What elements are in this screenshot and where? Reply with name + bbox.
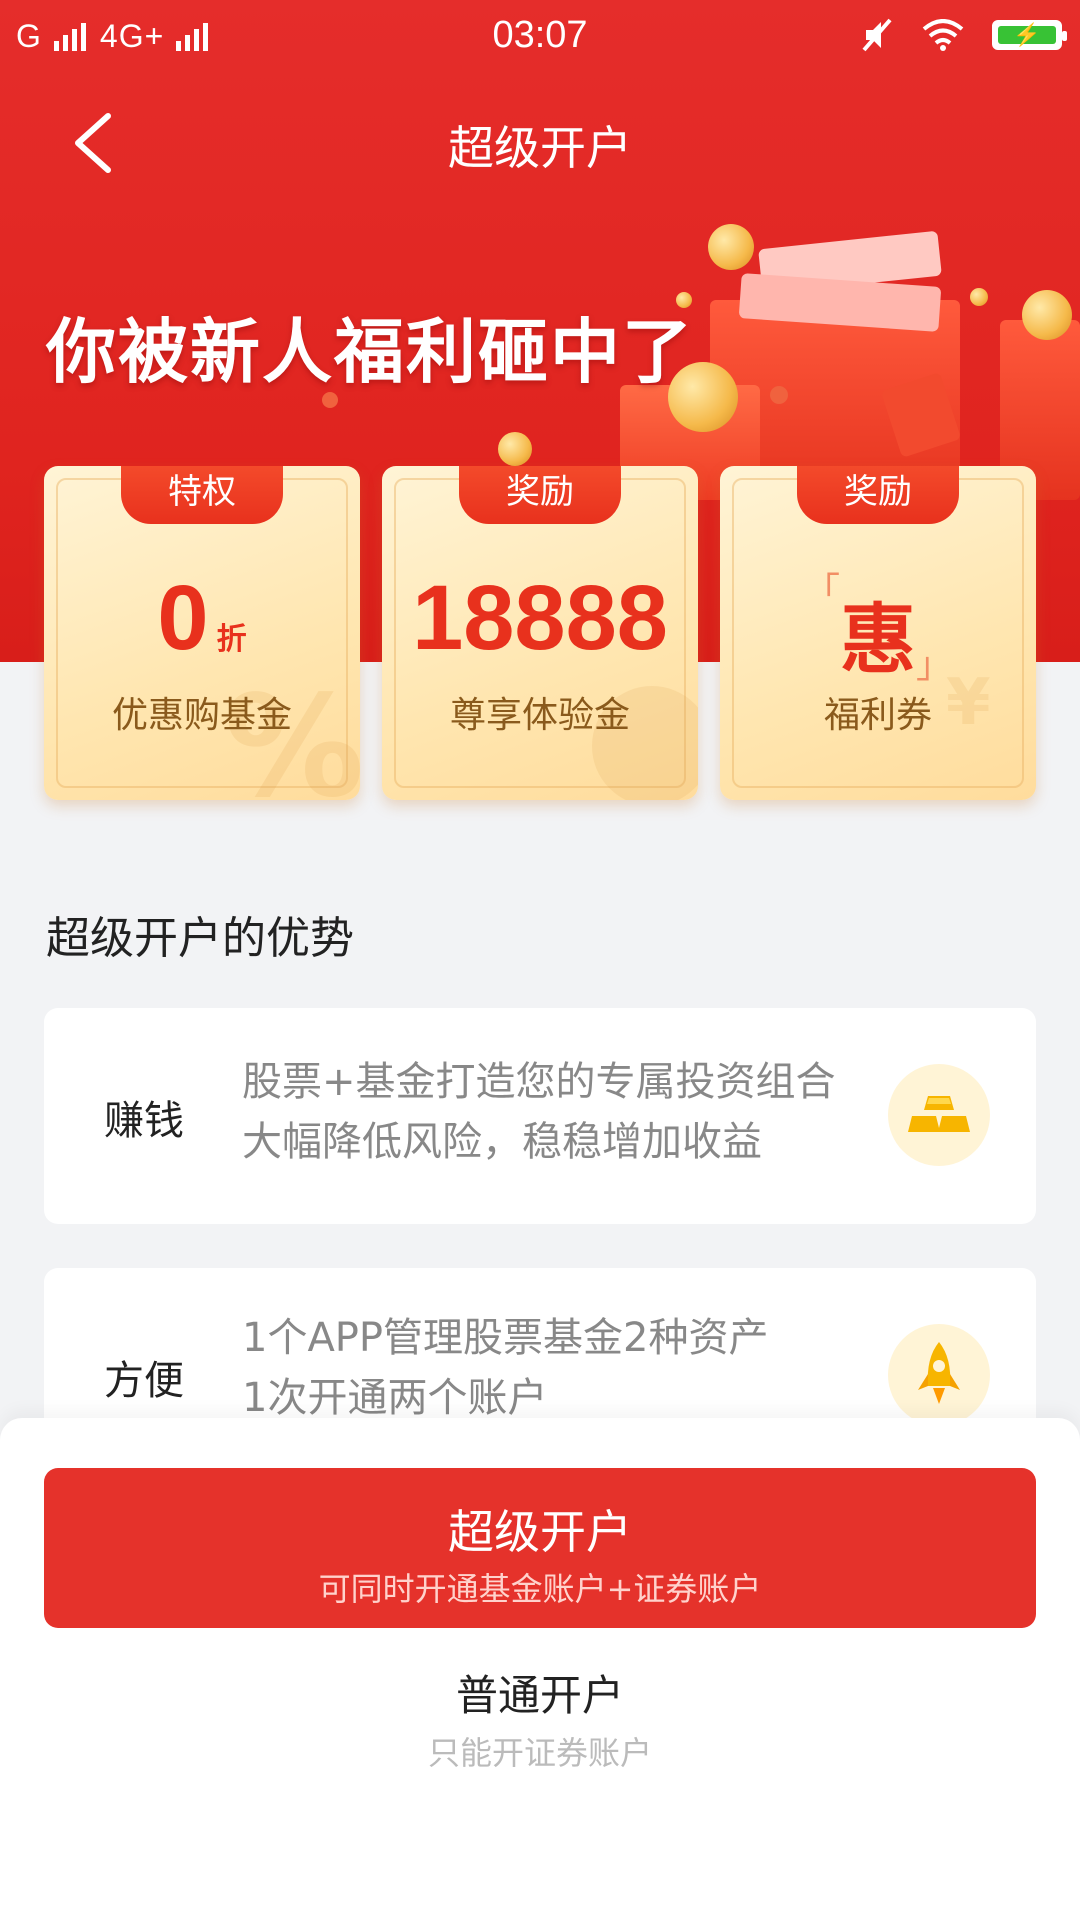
card-label: 优惠购基金	[111, 695, 292, 736]
card-tag: 奖励	[459, 466, 621, 524]
advantage-description: 股票+基金打造您的专属投资组合 大幅降低风险，稳稳增加收益	[242, 1052, 836, 1172]
mute-icon	[862, 18, 892, 52]
hero-headline: 你被新人福利砸中了	[46, 311, 694, 393]
status-icons: ⚡	[862, 18, 1067, 52]
advantage-line: 1个APP管理股票基金2种资产	[242, 1315, 769, 1361]
coin-icon	[970, 288, 988, 306]
nav-bar: 超级开户	[0, 90, 1080, 190]
page-title: 超级开户	[448, 121, 632, 175]
card-label: 福利券	[823, 695, 932, 736]
bracket-right-icon: 」	[916, 645, 953, 686]
button-title: 普通开户	[455, 1671, 624, 1720]
card-value: 18888	[412, 567, 668, 669]
button-title: 超级开户	[448, 1505, 632, 1559]
coin-icon	[1022, 290, 1072, 340]
button-subtitle: 只能开证券账户	[427, 1734, 652, 1772]
advantage-line: 股票+基金打造您的专属投资组合	[242, 1059, 836, 1105]
benefit-cards: % 特权 0折 优惠购基金 奖励 18888 尊享体验金 ¥ 奖励 「 惠 」 …	[44, 466, 1036, 800]
advantage-description: 1个APP管理股票基金2种资产 1次开通两个账户	[242, 1308, 769, 1428]
card-value: 惠	[840, 595, 916, 684]
account-options-sheet: 超级开户 可同时开通基金账户+证券账户 普通开户 只能开证券账户	[0, 1418, 1080, 1920]
benefit-card-coupon[interactable]: ¥ 奖励 「 惠 」 福利券	[720, 466, 1036, 800]
coin-icon	[770, 386, 788, 404]
advantage-card-earn: 赚钱 股票+基金打造您的专属投资组合 大幅降低风险，稳稳增加收益	[44, 1008, 1036, 1224]
coin-icon	[708, 224, 754, 270]
super-account-open-button[interactable]: 超级开户 可同时开通基金账户+证券账户	[44, 1468, 1036, 1628]
card-tag: 奖励	[797, 466, 959, 524]
gold-bars-icon	[888, 1064, 990, 1166]
card-value-unit: 折	[216, 623, 247, 656]
card-label: 尊享体验金	[449, 695, 630, 736]
card-value-number: 0	[157, 567, 209, 669]
status-bar: G 4G+ 03:07 ⚡	[0, 0, 1080, 78]
button-subtitle: 可同时开通基金账户+证券账户	[318, 1570, 762, 1608]
coin-icon	[498, 432, 532, 466]
advantage-label: 赚钱	[104, 1098, 184, 1144]
wifi-icon	[922, 19, 964, 51]
advantage-label: 方便	[104, 1358, 184, 1404]
section-title: 超级开户的优势	[46, 913, 354, 964]
benefit-card-discount[interactable]: % 特权 0折 优惠购基金	[44, 466, 360, 800]
card-value: 0折	[44, 568, 360, 690]
advantage-line: 大幅降低风险，稳稳增加收益	[242, 1119, 762, 1165]
normal-account-open-button[interactable]: 普通开户 只能开证券账户	[0, 1662, 1080, 1792]
card-tag: 特权	[121, 466, 283, 524]
battery-icon: ⚡	[992, 20, 1067, 50]
benefit-card-trial-fund[interactable]: 奖励 18888 尊享体验金	[382, 466, 698, 800]
rocket-icon	[888, 1324, 990, 1426]
